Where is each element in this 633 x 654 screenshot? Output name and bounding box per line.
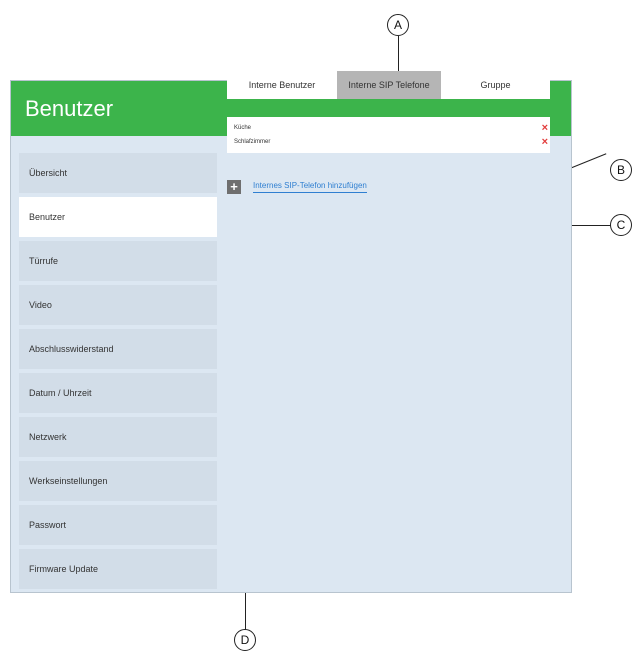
tab-bar: Interne Benutzer Interne SIP Telefone Gr… <box>227 71 550 99</box>
delete-icon[interactable]: × <box>542 135 548 149</box>
list-item-name: Schlafzimmer <box>234 139 271 145</box>
list-item[interactable]: Schlafzimmer × <box>227 135 550 149</box>
tab-interne-sip-telefone[interactable]: Interne SIP Telefone <box>337 71 441 99</box>
sidebar-item-passwort[interactable]: Passwort <box>19 505 217 545</box>
sidebar-item-netzwerk[interactable]: Netzwerk <box>19 417 217 457</box>
plus-icon[interactable]: + <box>227 180 241 194</box>
sidebar-item-benutzer[interactable]: Benutzer <box>19 197 217 237</box>
list-item-name: Küche <box>234 125 252 131</box>
callout-a: A <box>387 14 409 36</box>
tab-gruppe[interactable]: Gruppe <box>441 71 550 99</box>
add-sip-phone-link[interactable]: Internes SIP-Telefon hinzufügen <box>253 181 367 193</box>
sidebar-item-abschlusswiderstand[interactable]: Abschlusswiderstand <box>19 329 217 369</box>
sip-phone-list: Küche × Schlafzimmer × <box>227 117 550 153</box>
tab-interne-benutzer[interactable]: Interne Benutzer <box>227 71 337 99</box>
add-sip-phone-row: + Internes SIP-Telefon hinzufügen <box>227 180 367 194</box>
sidebar: Übersicht Benutzer Türrufe Video Abschlu… <box>19 153 217 593</box>
settings-window: Benutzer Übersicht Benutzer Türrufe Vide… <box>10 80 572 593</box>
callout-c: C <box>610 214 632 236</box>
sidebar-item-uebersicht[interactable]: Übersicht <box>19 153 217 193</box>
delete-icon[interactable]: × <box>542 121 548 135</box>
callout-d: D <box>234 629 256 651</box>
sidebar-item-firmware-update[interactable]: Firmware Update <box>19 549 217 589</box>
sidebar-item-datum-uhrzeit[interactable]: Datum / Uhrzeit <box>19 373 217 413</box>
sidebar-item-video[interactable]: Video <box>19 285 217 325</box>
sidebar-item-tuerrufe[interactable]: Türrufe <box>19 241 217 281</box>
list-item[interactable]: Küche × <box>227 121 550 135</box>
sidebar-item-werkseinstellungen[interactable]: Werkseinstellungen <box>19 461 217 501</box>
callout-b: B <box>610 159 632 181</box>
